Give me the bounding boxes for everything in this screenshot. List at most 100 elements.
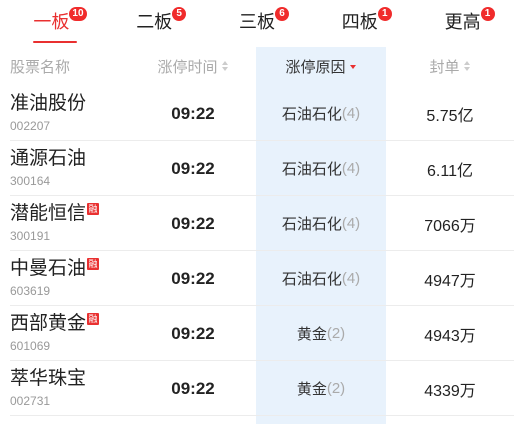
seal-amount: 4339万	[424, 382, 476, 400]
limit-up-reason: 黄金	[296, 326, 327, 343]
table-row[interactable]: 西部黄金 融 601069 09:22 黄金 (2) 4943万	[0, 306, 514, 361]
stock-code: 601069	[10, 339, 51, 353]
seal-amount: 4947万	[424, 272, 476, 290]
limit-up-time: 09:22	[171, 103, 215, 123]
stock-cell: 潜能恒信 融 300191	[0, 203, 130, 244]
stock-name: 准油股份	[10, 93, 87, 114]
table-row[interactable]: 通源石油 300164 09:22 石油石化 (4) 6.11亿	[0, 141, 514, 196]
limit-up-reason: 黄金	[296, 381, 327, 398]
active-tab-indicator	[33, 41, 78, 43]
reason-cell: 石油石化 (4)	[256, 268, 386, 289]
limit-up-time: 09:22	[171, 213, 215, 233]
stock-name-line: 潜能恒信 融	[10, 203, 100, 225]
limit-up-time: 09:22	[171, 268, 215, 288]
limit-up-reason: 石油石化	[281, 216, 342, 233]
reason-cell: 石油石化 (4)	[256, 158, 386, 179]
reason-count: (2)	[326, 380, 346, 397]
table-row[interactable]: 潜能恒信 融 300191 09:22 石油石化 (4) 7066万	[0, 196, 514, 251]
reason-cell: 黄金 (2)	[256, 378, 386, 399]
stock-name: 萃华珠宝	[10, 368, 87, 389]
sort-down-icon	[349, 61, 357, 72]
table-row[interactable]: 中曼石油 融 603619 09:22 石油石化 (4) 4947万	[0, 251, 514, 306]
tab-inner: 三板 6	[238, 7, 289, 33]
tab-first-board[interactable]: 一板 10	[0, 0, 103, 47]
tab-label: 更高	[444, 12, 481, 32]
stock-cell: 中曼石油 融 603619	[0, 258, 130, 299]
tab-fourth-board[interactable]: 四板 1	[308, 0, 411, 47]
stock-code: 002207	[10, 119, 51, 133]
reason-cell: 石油石化 (4)	[256, 103, 386, 124]
header-label: 股票名称	[10, 59, 71, 76]
seal-amount: 7066万	[424, 217, 476, 235]
count-badge: 1	[480, 7, 495, 21]
tab-label: 一板	[33, 12, 70, 32]
count-badge: 5	[172, 7, 187, 21]
header-limit-reason[interactable]: 涨停原因	[256, 56, 386, 77]
stock-code: 603619	[10, 284, 51, 298]
sort-updown-icon	[463, 61, 471, 72]
time-cell: 09:22	[130, 159, 256, 179]
reason-count: (4)	[341, 160, 361, 177]
amount-cell: 4943万	[386, 322, 514, 346]
limit-up-time: 09:22	[171, 158, 215, 178]
stock-name: 中曼石油	[10, 258, 87, 279]
margin-trading-badge: 融	[87, 313, 100, 325]
stock-name: 西部黄金	[10, 313, 87, 334]
stock-name-line: 通源石油	[10, 148, 86, 170]
amount-cell: 6.11亿	[386, 157, 514, 181]
amount-cell: 4947万	[386, 267, 514, 291]
time-cell: 09:22	[130, 379, 256, 399]
stock-cell: 准油股份 002207	[0, 93, 130, 134]
header-limit-time[interactable]: 涨停时间	[130, 56, 256, 77]
stock-name-line: 中曼石油 融	[10, 258, 100, 280]
time-cell: 09:22	[130, 104, 256, 124]
tab-higher-board[interactable]: 更高 1	[411, 0, 514, 47]
count-badge: 6	[274, 7, 289, 21]
reason-count: (4)	[341, 270, 361, 287]
tab-label: 三板	[238, 12, 275, 32]
reason-count: (4)	[341, 105, 361, 122]
stock-code: 300164	[10, 174, 51, 188]
margin-trading-badge: 融	[87, 203, 100, 215]
table-body: 准油股份 002207 09:22 石油石化 (4) 5.75亿 通源石油 300…	[0, 86, 514, 416]
reason-cell: 石油石化 (4)	[256, 213, 386, 234]
header-label: 封单	[429, 59, 460, 76]
board-tab-bar: 一板 10 二板 5 三板 6 四板 1 更高 1	[0, 0, 514, 47]
seal-amount: 4943万	[424, 327, 476, 345]
reason-cell: 黄金 (2)	[256, 323, 386, 344]
tab-inner: 一板 10	[33, 7, 87, 43]
stock-name: 通源石油	[10, 148, 87, 169]
stock-code: 300191	[10, 229, 51, 243]
stock-name: 潜能恒信	[10, 203, 87, 224]
stock-cell: 西部黄金 融 601069	[0, 313, 130, 354]
table-row[interactable]: 萃华珠宝 002731 09:22 黄金 (2) 4339万	[0, 361, 514, 416]
time-cell: 09:22	[130, 324, 256, 344]
reason-count: (4)	[341, 215, 361, 232]
limit-up-time: 09:22	[171, 378, 215, 398]
stock-cell: 萃华珠宝 002731	[0, 368, 130, 409]
stock-code: 002731	[10, 394, 51, 408]
header-label: 涨停原因	[285, 59, 346, 76]
reason-count: (2)	[326, 325, 346, 342]
tab-third-board[interactable]: 三板 6	[206, 0, 309, 47]
header-stock-name: 股票名称	[0, 56, 130, 77]
stock-name-line: 准油股份	[10, 93, 86, 115]
limit-up-time: 09:22	[171, 323, 215, 343]
tab-second-board[interactable]: 二板 5	[103, 0, 206, 47]
seal-amount: 6.11亿	[427, 162, 473, 180]
header-seal-amount[interactable]: 封单	[386, 56, 514, 77]
tab-inner: 四板 1	[341, 7, 392, 33]
limit-up-reason: 石油石化	[281, 161, 342, 178]
tab-label: 二板	[136, 12, 173, 32]
stock-cell: 通源石油 300164	[0, 148, 130, 189]
tab-label: 四板	[341, 12, 378, 32]
table-row[interactable]: 准油股份 002207 09:22 石油石化 (4) 5.75亿	[0, 86, 514, 141]
amount-cell: 4339万	[386, 377, 514, 401]
limit-up-reason: 石油石化	[281, 271, 342, 288]
sort-updown-icon	[221, 61, 229, 72]
amount-cell: 7066万	[386, 212, 514, 236]
count-badge: 1	[377, 7, 392, 21]
table-header: 股票名称 涨停时间 涨停原因 封单	[0, 47, 514, 86]
stock-name-line: 西部黄金 融	[10, 313, 100, 335]
tab-inner: 更高 1	[444, 7, 495, 33]
